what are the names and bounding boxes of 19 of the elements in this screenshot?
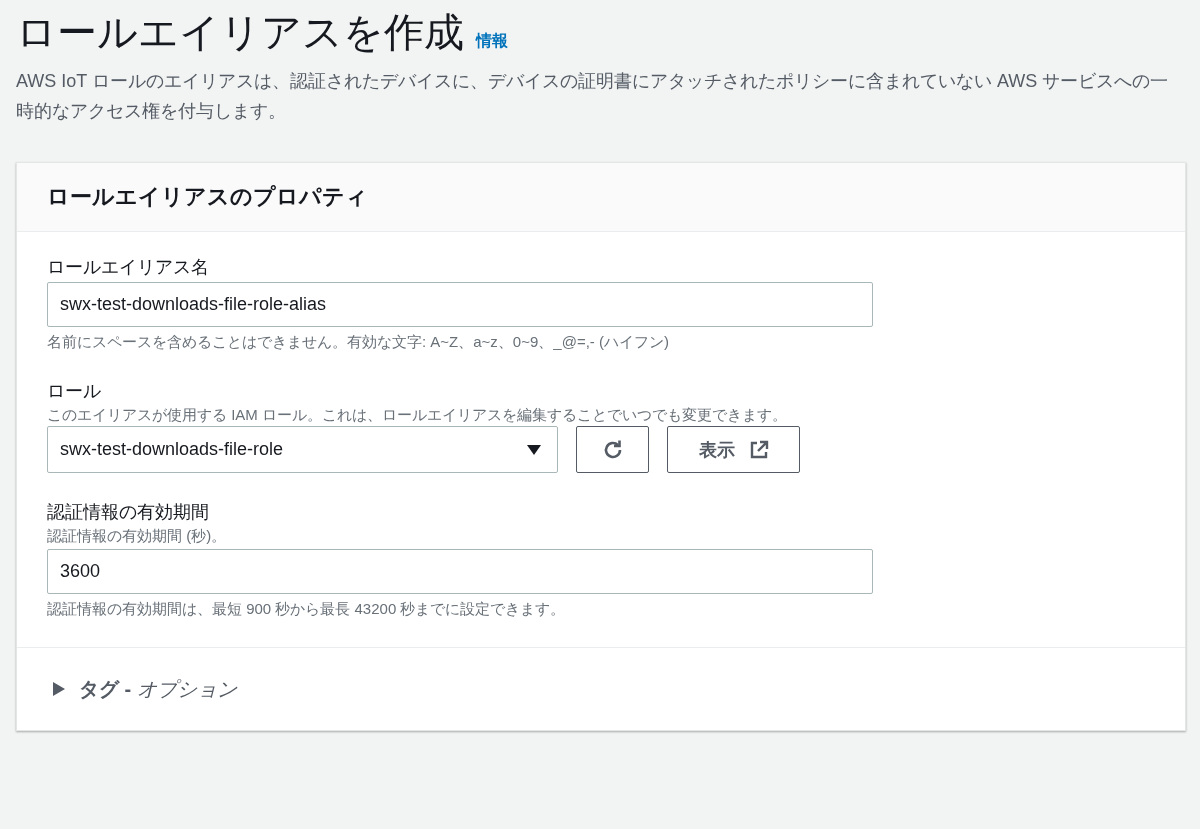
field-label: ロールエイリアス名 bbox=[47, 256, 210, 279]
field-label: ロール bbox=[47, 380, 102, 403]
field-hint: 認証情報の有効期間は、最短 900 秒から最長 43200 秒までに設定できます。 bbox=[47, 600, 567, 619]
text-field[interactable]: swx-test-downloads-file-role-alias bbox=[47, 282, 873, 327]
external-link-icon bbox=[748, 439, 769, 460]
page-description: AWS IoT ロールのエイリアスは、認証されたデバイスに、デバイスの証明書にアタッチされたポリシーに含まれていない AWS サービスへの一時的なアクセス権を付与します。 bbox=[16, 70, 1170, 123]
info-link[interactable]: 情報 bbox=[476, 31, 508, 52]
caret-icon bbox=[527, 444, 541, 455]
tags-expander[interactable]: タグ - オプション bbox=[17, 648, 1185, 730]
field-label: 認証情報の有効期間 bbox=[47, 501, 210, 524]
role-dropdown[interactable]: swx-test-downloads-file-role bbox=[47, 426, 558, 473]
refresh-button[interactable] bbox=[576, 426, 649, 473]
field-hint: 名前にスペースを含めることはできません。有効な文字: A~Z、a~z、0~9、_@=,- (ハイフン) bbox=[47, 333, 670, 352]
page-title: ロールエイリアスを作成 bbox=[16, 9, 464, 56]
view-button[interactable]: 表示 bbox=[667, 426, 800, 473]
text-field[interactable]: 3600 bbox=[47, 549, 873, 594]
field-description: このエイリアスが使用する IAM ロール。これは、ロールエイリアスを編集することでいつでも変更できます。 bbox=[47, 405, 788, 425]
field-description: 認証情報の有効期間 (秒)。 bbox=[47, 526, 228, 546]
card-title: ロールエイリアスのプロパティ bbox=[47, 183, 368, 211]
